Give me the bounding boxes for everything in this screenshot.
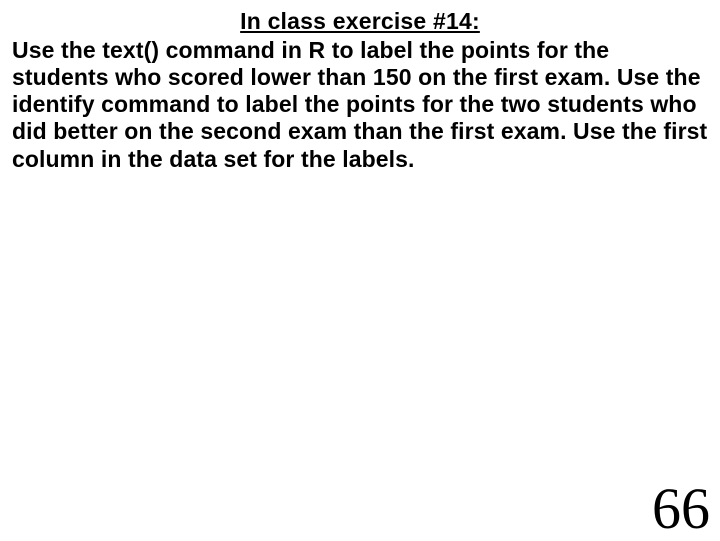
slide-container: In class exercise #14: Use the text() co… xyxy=(0,0,720,540)
slide-body-text: Use the text() command in R to label the… xyxy=(12,37,708,173)
page-number: 66 xyxy=(652,480,710,538)
slide-heading: In class exercise #14: xyxy=(12,8,708,35)
